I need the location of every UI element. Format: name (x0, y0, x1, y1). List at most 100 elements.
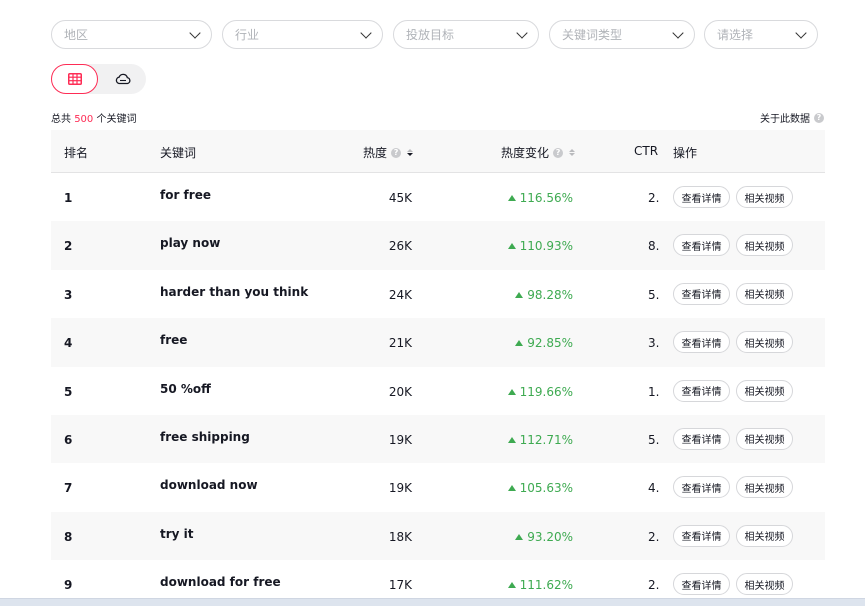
table-row: 3 harder than you think 24K 98.28% 5. 查看… (51, 270, 825, 318)
cloud-icon (115, 73, 130, 85)
sort-icon[interactable] (407, 149, 414, 156)
view-details-button[interactable]: 查看详情 (673, 379, 730, 402)
rank-cell: 2 (64, 239, 73, 254)
column-header-ctr: CTR (634, 144, 659, 158)
heat-cell: 24K (388, 287, 412, 302)
heat-cell: 20K (388, 384, 412, 399)
ctr-cell: 4. (648, 481, 660, 496)
heat-change-cell: 93.20% (515, 530, 573, 544)
rank-cell: 3 (64, 287, 73, 302)
chevron-down-icon (360, 26, 372, 39)
related-videos-button[interactable]: 相关视频 (736, 573, 793, 596)
view-details-button[interactable]: 查看详情 (673, 234, 730, 257)
rank-cell: 4 (64, 336, 73, 351)
help-icon[interactable]: ? (553, 147, 564, 158)
sort-icon[interactable] (569, 149, 576, 156)
help-icon[interactable]: ? (391, 147, 402, 158)
about-data-link[interactable]: 关于此数据 ? (760, 110, 824, 125)
up-arrow-icon (507, 195, 516, 201)
heat-cell: 19K (388, 481, 412, 496)
related-videos-button[interactable]: 相关视频 (736, 234, 793, 257)
heat-change-cell: 105.63% (507, 481, 573, 495)
chevron-down-icon (795, 26, 807, 39)
keyword-count: 500 (74, 114, 94, 125)
heat-change-cell: 119.66% (507, 385, 573, 399)
table-row: 6 free shipping 19K 112.71% 5. 查看详情 相关视频 (51, 414, 825, 464)
view-details-button[interactable]: 查看详情 (673, 331, 730, 354)
keyword-cell: 50 %off (160, 381, 211, 396)
table-header: 排名 关键词 热度 ? 热度变化 ? CTR 操作 (51, 130, 825, 173)
column-header-keyword: 关键词 (160, 146, 197, 160)
keyword-table: 排名 关键词 热度 ? 热度变化 ? CTR 操作 1 for free 45K… (51, 130, 825, 606)
keyword-ranking-page: 地区 行业 投放目标 关键词类型 请选择 总共 500 个关键词 关于此数据 ?… (0, 0, 865, 606)
heat-cell: 17K (388, 578, 412, 593)
keyword-type-select[interactable]: 关键词类型 (549, 20, 695, 49)
objective-select[interactable]: 投放目标 (393, 20, 539, 49)
keyword-cell: try it (160, 526, 194, 541)
table-row: 4 free 21K 92.85% 3. 查看详情 相关视频 (51, 318, 825, 367)
heat-cell: 26K (388, 239, 412, 254)
table-row: 5 50 %off 20K 119.66% 1. 查看详情 相关视频 (51, 367, 825, 415)
up-arrow-icon (515, 291, 524, 298)
related-videos-button[interactable]: 相关视频 (736, 476, 793, 499)
generic-select[interactable]: 请选择 (704, 20, 818, 49)
column-header-rank: 排名 (64, 146, 89, 160)
heat-change-cell: 111.62% (507, 578, 573, 592)
rank-cell: 7 (64, 481, 73, 496)
rank-cell: 5 (64, 384, 73, 399)
related-videos-button[interactable]: 相关视频 (736, 427, 793, 450)
table-row: 2 play now 26K 110.93% 8. 查看详情 相关视频 (51, 221, 825, 270)
view-details-button[interactable]: 查看详情 (673, 186, 730, 208)
industry-select-placeholder: 行业 (235, 28, 260, 42)
view-details-button[interactable]: 查看详情 (673, 524, 730, 547)
industry-select[interactable]: 行业 (222, 20, 383, 49)
rank-cell: 8 (64, 529, 73, 544)
chevron-down-icon (516, 26, 528, 39)
table-row: 1 for free 45K 116.56% 2. 查看详情 相关视频 (51, 173, 825, 221)
generic-select-placeholder: 请选择 (717, 28, 754, 42)
heat-cell: 19K (388, 432, 412, 447)
ctr-cell: 2. (648, 191, 660, 205)
keyword-cell: download now (160, 478, 258, 493)
up-arrow-icon (507, 485, 516, 492)
up-arrow-icon (507, 388, 516, 395)
view-details-button[interactable]: 查看详情 (673, 282, 730, 305)
view-details-button[interactable]: 查看详情 (673, 427, 730, 450)
related-videos-button[interactable]: 相关视频 (736, 282, 793, 305)
heat-change-cell: 116.56% (507, 191, 573, 205)
table-view-button[interactable] (51, 64, 98, 94)
heat-cell: 45K (388, 191, 412, 205)
related-videos-button[interactable]: 相关视频 (736, 186, 793, 208)
os-taskbar (0, 598, 865, 606)
keyword-cell: for free (160, 188, 211, 202)
keyword-cell: download for free (160, 575, 281, 590)
ctr-cell: 3. (648, 336, 660, 351)
up-arrow-icon (507, 436, 516, 443)
keyword-count-summary: 总共 500 个关键词 (51, 110, 136, 125)
about-data-label: 关于此数据 (760, 114, 810, 125)
chevron-down-icon (189, 26, 201, 39)
related-videos-button[interactable]: 相关视频 (736, 331, 793, 354)
view-details-button[interactable]: 查看详情 (673, 476, 730, 499)
region-select[interactable]: 地区 (51, 20, 212, 49)
heat-change-cell: 112.71% (507, 433, 573, 447)
heat-header-label: 热度 (363, 146, 388, 160)
objective-select-placeholder: 投放目标 (406, 28, 455, 42)
table-icon (67, 73, 82, 85)
help-icon[interactable]: ? (814, 112, 824, 123)
column-header-heat-change[interactable]: 热度变化 ? (501, 144, 576, 161)
heat-change-cell: 110.93% (507, 239, 573, 253)
view-details-button[interactable]: 查看详情 (673, 573, 730, 596)
keyword-cell: play now (160, 236, 221, 251)
ctr-cell: 8. (648, 239, 660, 254)
table-body: 1 for free 45K 116.56% 2. 查看详情 相关视频 2 pl… (51, 173, 825, 606)
cloud-view-button[interactable] (99, 64, 146, 94)
related-videos-button[interactable]: 相关视频 (736, 379, 793, 402)
column-header-heat[interactable]: 热度 ? (363, 144, 414, 161)
ctr-cell: 1. (648, 384, 660, 399)
summary-prefix: 总共 (51, 114, 71, 125)
rank-cell: 1 (64, 191, 73, 205)
heat-change-cell: 92.85% (515, 336, 573, 350)
related-videos-button[interactable]: 相关视频 (736, 524, 793, 547)
ctr-cell: 2. (648, 578, 660, 593)
